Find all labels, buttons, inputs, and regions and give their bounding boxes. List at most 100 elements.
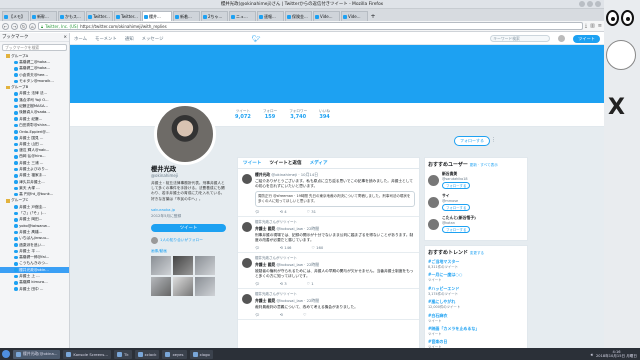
- lock-icon[interactable]: 🔒︎: [41, 24, 43, 29]
- browser-tab[interactable]: 2ちゃ...: [201, 11, 228, 21]
- trend-item[interactable]: #白石麻衣 ツイート: [428, 313, 524, 323]
- taskbar-item[interactable]: Tk: [114, 349, 132, 359]
- more-options-icon[interactable]: ⋮: [491, 137, 496, 143]
- browser-tab[interactable]: ニュ...: [229, 11, 256, 21]
- nav-moments[interactable]: モーメント: [95, 36, 117, 42]
- tweet[interactable]: 櫻井光政さんがリツイート 弁護士 國見 @kokusai_law · 22時間 被疑…: [238, 253, 419, 289]
- avatar[interactable]: [428, 174, 439, 186]
- browser-tab[interactable]: 保険金...: [285, 11, 312, 21]
- tweet-handle[interactable]: @kokusai_law · 22時間: [277, 226, 319, 231]
- profile-link[interactable]: sakuraoka.jp: [151, 207, 226, 212]
- follow-button[interactable]: フォローする: [454, 136, 490, 146]
- media-link[interactable]: 画像/動画: [151, 249, 226, 254]
- tweet-handle[interactable]: @kokusai_law · 22時間: [277, 298, 319, 303]
- avatar[interactable]: [428, 196, 439, 208]
- browser-tab[interactable]: 新幹...: [30, 11, 57, 21]
- browser-tab[interactable]: 速報...: [257, 11, 284, 21]
- menu-icon[interactable]: ≡: [598, 23, 602, 29]
- back-button[interactable]: ←: [2, 22, 9, 30]
- trend-item[interactable]: #ハッピーエンド 3,174件のツイート: [428, 286, 524, 296]
- trend-item[interactable]: #音楽の日 ツイート: [428, 339, 524, 348]
- reply-icon[interactable]: 💬︎: [255, 281, 260, 286]
- avatar[interactable]: [428, 218, 439, 230]
- trends-change[interactable]: 変更する: [470, 251, 484, 255]
- maximize-button[interactable]: [587, 1, 593, 7]
- mutual-followers[interactable]: 1人の知り合いがフォロー: [151, 236, 226, 244]
- minimize-button[interactable]: [579, 1, 585, 7]
- twitter-bird-icon[interactable]: 🐦︎: [252, 35, 261, 43]
- retweet-icon[interactable]: ⟲ 3: [280, 281, 287, 286]
- browser-tab[interactable]: Twitter...: [86, 11, 113, 21]
- clock[interactable]: 4:16 2018年10月15日 月曜日: [596, 350, 637, 358]
- trend-item[interactable]: #映画「カメラを止めるな」 ツイート: [428, 326, 524, 336]
- tweet-avatar[interactable]: [242, 174, 252, 184]
- download-icon[interactable]: ⤓: [585, 23, 587, 29]
- taskbar-item[interactable]: xeyes: [162, 349, 187, 359]
- profile-stat[interactable]: ツイート 9,072: [235, 109, 251, 120]
- profile-handle[interactable]: @okinahimeji: [151, 173, 226, 178]
- sidebar-title[interactable]: ブックマーク: [2, 34, 28, 40]
- tweet-handle[interactable]: @kokusai_law · 22時間: [277, 262, 319, 267]
- taskbar-item[interactable]: xlogo: [189, 349, 213, 359]
- browser-tab[interactable]: 【メモ】: [2, 11, 29, 21]
- tab-tweets[interactable]: ツイート: [243, 160, 261, 166]
- browser-tab[interactable]: Vide...: [341, 11, 368, 21]
- nav-home[interactable]: ホーム: [74, 36, 87, 42]
- nav-notifications[interactable]: 通知: [125, 36, 134, 42]
- window-titlebar[interactable]: 櫻井光政(@okinahimeji)さん | Twitterからの返信付きツイー…: [0, 0, 604, 9]
- tweet[interactable]: 櫻井光政さんがリツイート 弁護士 國見 @kokusai_law · 22時間 刑事…: [238, 217, 419, 253]
- start-menu-icon[interactable]: [2, 350, 10, 358]
- media-thumbnail[interactable]: [173, 276, 193, 296]
- media-thumbnail[interactable]: [195, 276, 215, 296]
- profile-avatar[interactable]: [154, 103, 216, 165]
- trend-item[interactable]: #一月に一度は○○ ツイート: [428, 272, 524, 282]
- reload-button[interactable]: ↻: [20, 22, 27, 30]
- media-thumbnail[interactable]: [151, 255, 171, 275]
- follow-button[interactable]: フォローする: [442, 182, 471, 189]
- tweet[interactable]: 櫻井光政 @okinahimeji · 10月14日 ご紹介ありがとうございます。…: [238, 169, 419, 217]
- twitter-search-input[interactable]: キーワード検索: [490, 35, 551, 42]
- browser-tab[interactable]: かもス...: [58, 11, 85, 21]
- profile-stat[interactable]: いいね 394: [319, 109, 330, 120]
- xeyes-window[interactable]: [606, 10, 634, 26]
- reply-icon[interactable]: 💬︎: [255, 312, 260, 317]
- trend-item[interactable]: #ご当地マスター 8,311件のツイート: [428, 259, 524, 269]
- taskbar-item[interactable]: 櫻井光政(@okina...: [13, 349, 61, 359]
- tab-media[interactable]: メディア: [310, 160, 328, 166]
- library-icon[interactable]: ▥: [590, 23, 595, 29]
- tweet-author[interactable]: 櫻井光政: [255, 172, 270, 177]
- like-icon[interactable]: ♡ 1: [307, 281, 314, 286]
- forward-button[interactable]: →: [11, 22, 18, 30]
- reply-icon[interactable]: 💬︎: [255, 209, 260, 214]
- profile-stat[interactable]: フォロー 159: [263, 109, 277, 120]
- profile-stat[interactable]: フォロワー 3,740: [289, 109, 307, 120]
- quoted-tweet[interactable]: 周防正行 @sfreeman · 19時間 先日の東京地裁の判決について寄稿しま…: [255, 191, 415, 207]
- tweet-button[interactable]: ツイート: [573, 34, 600, 43]
- new-tab-button[interactable]: +: [369, 11, 377, 21]
- browser-tab[interactable]: 新着...: [173, 11, 200, 21]
- media-thumbnail[interactable]: [151, 276, 171, 296]
- home-button[interactable]: ⌂: [29, 22, 36, 30]
- follower-avatar[interactable]: [151, 236, 158, 244]
- xlogo-icon[interactable]: X: [608, 95, 625, 120]
- avatar[interactable]: [558, 35, 566, 42]
- browser-tab[interactable]: Twitter...: [114, 11, 141, 21]
- like-icon[interactable]: ♡: [303, 312, 306, 317]
- suggestions-refresh[interactable]: 更新 · すべて表示: [470, 163, 498, 167]
- media-thumbnail[interactable]: [173, 255, 193, 275]
- bookmark-item[interactable]: 弁護士 田中 ...: [0, 286, 69, 292]
- profile-name[interactable]: 櫻井光政: [151, 164, 226, 173]
- volume-icon[interactable]: 🔊︎: [591, 352, 593, 357]
- tweet-handle[interactable]: @okinahimeji · 10月14日: [271, 172, 318, 177]
- xclock-window[interactable]: [606, 40, 636, 70]
- follow-button[interactable]: フォローする: [442, 204, 471, 211]
- close-button[interactable]: [595, 1, 601, 7]
- close-icon[interactable]: ×: [63, 35, 67, 40]
- taskbar-item[interactable]: Konsole Screens...: [63, 349, 111, 359]
- tweet-author[interactable]: 弁護士 國見: [255, 262, 275, 267]
- browser-tab[interactable]: Vide...: [313, 11, 340, 21]
- retweet-icon[interactable]: ⟲: [280, 312, 283, 317]
- follow-button[interactable]: フォローする: [442, 226, 471, 233]
- reply-icon[interactable]: 💬︎: [255, 245, 260, 250]
- retweet-icon[interactable]: ⟲ 4: [280, 209, 287, 214]
